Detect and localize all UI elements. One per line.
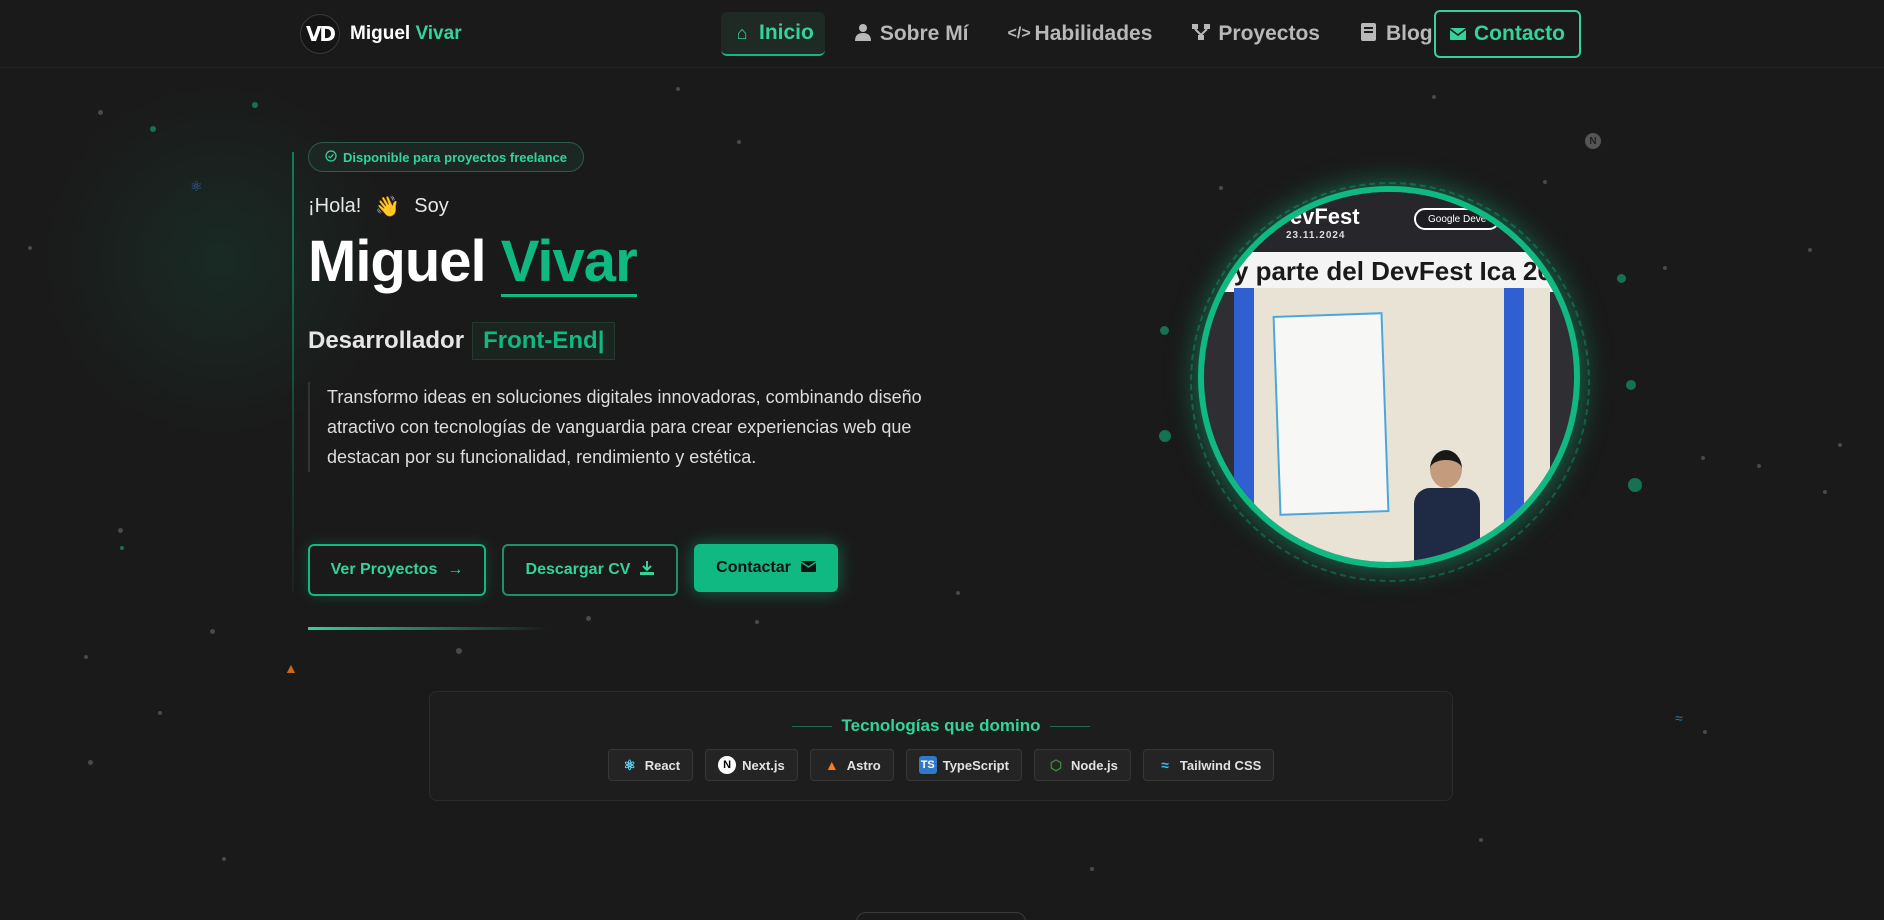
logo-text: Miguel Vivar <box>350 23 462 45</box>
nav-sobre-mi-label: Sobre Mí <box>879 22 969 45</box>
hero-name-first: Miguel <box>308 229 487 294</box>
tech-chip-typescript[interactable]: TS TypeScript <box>905 749 1022 781</box>
logo[interactable]: VD Miguel Vivar <box>300 14 462 54</box>
nav-inicio-label: Inicio <box>759 21 814 44</box>
tech-chip-label: Tailwind CSS <box>1179 757 1262 773</box>
astro-float-icon: ▲ <box>284 660 298 676</box>
tech-chip-nextjs[interactable]: N Next.js <box>705 749 798 781</box>
astro-icon: ▲ <box>824 757 839 773</box>
navbar: VD Miguel Vivar ⌂ Inicio Sobre Mí </> Ha… <box>0 0 1884 68</box>
tech-chips: ⚛ React N Next.js ▲ Astro TS TypeScript … <box>430 749 1452 781</box>
download-cv-button[interactable]: Descargar CV <box>502 544 678 596</box>
nav-proyectos-label: Proyectos <box>1218 22 1320 45</box>
download-icon <box>640 560 655 580</box>
tech-chip-label: Next.js <box>742 757 785 773</box>
code-icon: </> <box>1007 25 1031 42</box>
tech-title: Tecnologías que domino <box>430 716 1452 736</box>
hero-underline <box>308 627 548 630</box>
contact-nav-label: Contacto <box>1474 22 1565 45</box>
view-projects-label: Ver Proyectos <box>330 561 438 578</box>
arrow-right-icon: → <box>447 561 464 578</box>
nav-habilidades[interactable]: </> Habilidades <box>997 12 1164 56</box>
nav-sobre-mi[interactable]: Sobre Mí <box>842 12 980 56</box>
scroll-indicator[interactable] <box>856 912 1026 920</box>
nav-blog-label: Blog <box>1385 22 1433 45</box>
greeting-text: ¡Hola! <box>308 195 362 217</box>
tailwind-icon: ≈ <box>1161 757 1169 773</box>
tech-chip-tailwind[interactable]: ≈ Tailwind CSS <box>1142 749 1275 781</box>
react-icon: ⚛ <box>623 756 636 773</box>
photo-person <box>1412 450 1482 562</box>
tech-chip-astro[interactable]: ▲ Astro <box>809 749 894 781</box>
logo-mark-text: VD <box>305 22 336 46</box>
tech-title-text: Tecnologías que domino <box>841 716 1041 735</box>
tech-chip-nodejs[interactable]: ⬡ Node.js <box>1033 749 1131 781</box>
nav-inicio[interactable]: ⌂ Inicio <box>721 12 825 56</box>
logo-first: Miguel <box>350 23 411 44</box>
tech-chip-react[interactable]: ⚛ React <box>607 749 694 781</box>
nextjs-float-icon: N <box>1585 133 1601 149</box>
contact-nav-button[interactable]: Contacto <box>1434 10 1581 58</box>
photo-event: DevFest <box>1274 204 1360 229</box>
projects-icon <box>1191 23 1211 45</box>
hero-name-last: Vivar <box>500 229 638 297</box>
photo-date: 23.11.2024 <box>1286 230 1346 241</box>
hero-description: Transformo ideas en soluciones digitales… <box>308 382 948 472</box>
nav-proyectos[interactable]: Proyectos <box>1180 12 1331 56</box>
nav-links: ⌂ Inicio Sobre Mí </> Habilidades Proyec… <box>721 10 1461 58</box>
nav-blog[interactable]: Blog <box>1348 12 1444 56</box>
tech-chip-label: TypeScript <box>942 757 1009 773</box>
tech-chip-label: Node.js <box>1070 757 1118 773</box>
role-prefix: Desarrollador <box>308 327 465 354</box>
react-float-icon: ⚛ <box>190 178 203 194</box>
tech-chip-label: React <box>644 757 681 773</box>
wave-emoji: 👋 <box>375 196 401 218</box>
tech-chip-label: Astro <box>846 757 881 773</box>
home-icon: ⌂ <box>736 22 748 43</box>
hero-name: Miguel Vivar <box>308 228 638 297</box>
nextjs-icon: N <box>718 756 737 774</box>
nodejs-icon: ⬡ <box>1049 756 1063 773</box>
greeting-tail: Soy <box>414 195 449 217</box>
check-circle-icon <box>325 149 337 165</box>
availability-text: Disponible para proyectos freelance <box>343 149 567 165</box>
logo-mark: VD <box>300 14 340 54</box>
logo-last: Vivar <box>415 23 462 44</box>
photo-caption: oy parte del DevFest Ica 20 <box>1218 256 1552 286</box>
nav-habilidades-label: Habilidades <box>1034 22 1153 45</box>
mail-icon <box>1449 22 1467 46</box>
role-typed: Front-End| <box>472 322 616 360</box>
photo-badge: Google Deve <box>1414 208 1501 230</box>
contact-button[interactable]: Contactar <box>694 544 838 592</box>
photo-poster <box>1272 312 1390 516</box>
hero-accent-line <box>292 152 294 592</box>
download-cv-label: Descargar CV <box>525 561 631 578</box>
greeting: ¡Hola! 👋 Soy <box>308 194 449 219</box>
availability-badge: Disponible para proyectos freelance <box>308 142 584 172</box>
user-icon <box>853 23 873 46</box>
contact-button-label: Contactar <box>716 559 791 576</box>
tech-stack-card: Tecnologías que domino ⚛ React N Next.js… <box>429 691 1453 801</box>
envelope-icon <box>800 559 817 577</box>
hero-role: Desarrollador Front-End| <box>308 322 616 360</box>
view-projects-button[interactable]: Ver Proyectos → <box>308 544 486 596</box>
profile-photo: DevFest 23.11.2024 Google Deve oy parte … <box>1198 186 1580 568</box>
tailwind-float-icon: ≈ <box>1675 710 1683 726</box>
book-icon <box>1359 22 1379 46</box>
typescript-icon: TS <box>918 756 937 774</box>
